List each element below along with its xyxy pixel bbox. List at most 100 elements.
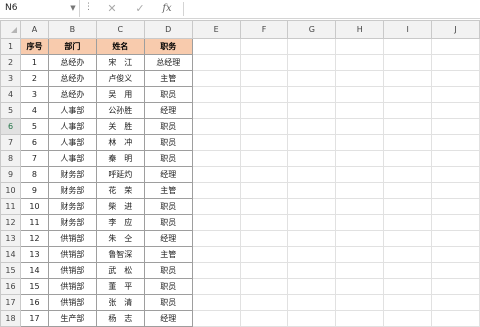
empty-cell[interactable] <box>431 166 480 183</box>
empty-cell[interactable] <box>383 294 433 311</box>
empty-cell[interactable] <box>239 118 289 135</box>
empty-cell[interactable] <box>335 150 385 167</box>
column-header-c[interactable]: C <box>95 20 145 39</box>
formula-input[interactable] <box>186 0 480 17</box>
cell-seq[interactable]: 16 <box>19 294 49 311</box>
cell-name[interactable]: 卢俊义 <box>95 70 145 87</box>
empty-cell[interactable] <box>287 38 337 55</box>
column-header-i[interactable]: I <box>383 20 433 39</box>
empty-cell[interactable] <box>383 278 433 295</box>
empty-cell[interactable] <box>431 118 480 135</box>
empty-cell[interactable] <box>287 166 337 183</box>
empty-cell[interactable] <box>383 118 433 135</box>
empty-cell[interactable] <box>287 86 337 103</box>
column-header-h[interactable]: H <box>335 20 385 39</box>
empty-cell[interactable] <box>431 278 480 295</box>
row-header[interactable]: 18 <box>0 310 21 327</box>
empty-cell[interactable] <box>335 38 385 55</box>
empty-cell[interactable] <box>335 166 385 183</box>
cell-name[interactable]: 关 胜 <box>95 118 145 135</box>
cell-seq[interactable]: 9 <box>19 182 49 199</box>
empty-cell[interactable] <box>431 182 480 199</box>
cell-title[interactable]: 职员 <box>143 118 193 135</box>
empty-cell[interactable] <box>287 102 337 119</box>
row-header[interactable]: 5 <box>0 102 21 119</box>
row-header[interactable]: 2 <box>0 54 21 71</box>
cell-seq[interactable]: 6 <box>19 134 49 151</box>
cell-seq[interactable]: 7 <box>19 150 49 167</box>
cell-dept[interactable]: 人事部 <box>47 118 97 135</box>
cell-title[interactable]: 职员 <box>143 134 193 151</box>
empty-cell[interactable] <box>431 310 480 327</box>
empty-cell[interactable] <box>335 278 385 295</box>
empty-cell[interactable] <box>191 134 241 151</box>
empty-cell[interactable] <box>335 310 385 327</box>
cell-seq[interactable]: 15 <box>19 278 49 295</box>
empty-cell[interactable] <box>287 278 337 295</box>
cell-name[interactable]: 柴 进 <box>95 198 145 215</box>
empty-cell[interactable] <box>383 38 433 55</box>
select-all-corner[interactable] <box>0 20 21 39</box>
empty-cell[interactable] <box>383 198 433 215</box>
empty-cell[interactable] <box>383 70 433 87</box>
table-header-cell[interactable]: 姓名 <box>95 38 145 55</box>
empty-cell[interactable] <box>335 102 385 119</box>
row-header[interactable]: 3 <box>0 70 21 87</box>
empty-cell[interactable] <box>239 166 289 183</box>
cell-title[interactable]: 经理 <box>143 166 193 183</box>
empty-cell[interactable] <box>335 246 385 263</box>
cell-title[interactable]: 主管 <box>143 246 193 263</box>
cell-name[interactable]: 朱 仝 <box>95 230 145 247</box>
column-header-d[interactable]: D <box>143 20 193 39</box>
empty-cell[interactable] <box>239 230 289 247</box>
row-header[interactable]: 8 <box>0 150 21 167</box>
empty-cell[interactable] <box>335 134 385 151</box>
cell-name[interactable]: 李 应 <box>95 214 145 231</box>
cell-title[interactable]: 职员 <box>143 214 193 231</box>
empty-cell[interactable] <box>335 230 385 247</box>
cell-dept[interactable]: 人事部 <box>47 150 97 167</box>
empty-cell[interactable] <box>239 150 289 167</box>
empty-cell[interactable] <box>383 54 433 71</box>
empty-cell[interactable] <box>239 70 289 87</box>
empty-cell[interactable] <box>191 246 241 263</box>
cell-dept[interactable]: 财务部 <box>47 166 97 183</box>
empty-cell[interactable] <box>431 294 480 311</box>
cell-seq[interactable]: 11 <box>19 214 49 231</box>
row-header[interactable]: 7 <box>0 134 21 151</box>
cell-name[interactable]: 呼延灼 <box>95 166 145 183</box>
confirm-icon[interactable]: ✓ <box>131 0 149 17</box>
cell-name[interactable]: 吴 用 <box>95 86 145 103</box>
empty-cell[interactable] <box>287 54 337 71</box>
empty-cell[interactable] <box>431 150 480 167</box>
empty-cell[interactable] <box>431 38 480 55</box>
empty-cell[interactable] <box>239 310 289 327</box>
empty-cell[interactable] <box>431 134 480 151</box>
cell-name[interactable]: 杨 志 <box>95 310 145 327</box>
empty-cell[interactable] <box>383 166 433 183</box>
cell-seq[interactable]: 1 <box>19 54 49 71</box>
empty-cell[interactable] <box>383 182 433 199</box>
empty-cell[interactable] <box>239 102 289 119</box>
empty-cell[interactable] <box>431 246 480 263</box>
cell-name[interactable]: 秦 明 <box>95 150 145 167</box>
empty-cell[interactable] <box>191 310 241 327</box>
empty-cell[interactable] <box>287 230 337 247</box>
empty-cell[interactable] <box>383 246 433 263</box>
empty-cell[interactable] <box>335 198 385 215</box>
empty-cell[interactable] <box>239 278 289 295</box>
cell-title[interactable]: 职员 <box>143 86 193 103</box>
empty-cell[interactable] <box>239 214 289 231</box>
empty-cell[interactable] <box>335 70 385 87</box>
empty-cell[interactable] <box>431 70 480 87</box>
cell-name[interactable]: 宋 江 <box>95 54 145 71</box>
column-header-j[interactable]: J <box>431 20 480 39</box>
empty-cell[interactable] <box>383 134 433 151</box>
empty-cell[interactable] <box>287 262 337 279</box>
empty-cell[interactable] <box>383 214 433 231</box>
cell-dept[interactable]: 供销部 <box>47 262 97 279</box>
cell-name[interactable]: 张 清 <box>95 294 145 311</box>
empty-cell[interactable] <box>287 150 337 167</box>
chevron-down-icon[interactable]: ▼ <box>67 1 79 16</box>
empty-cell[interactable] <box>239 54 289 71</box>
